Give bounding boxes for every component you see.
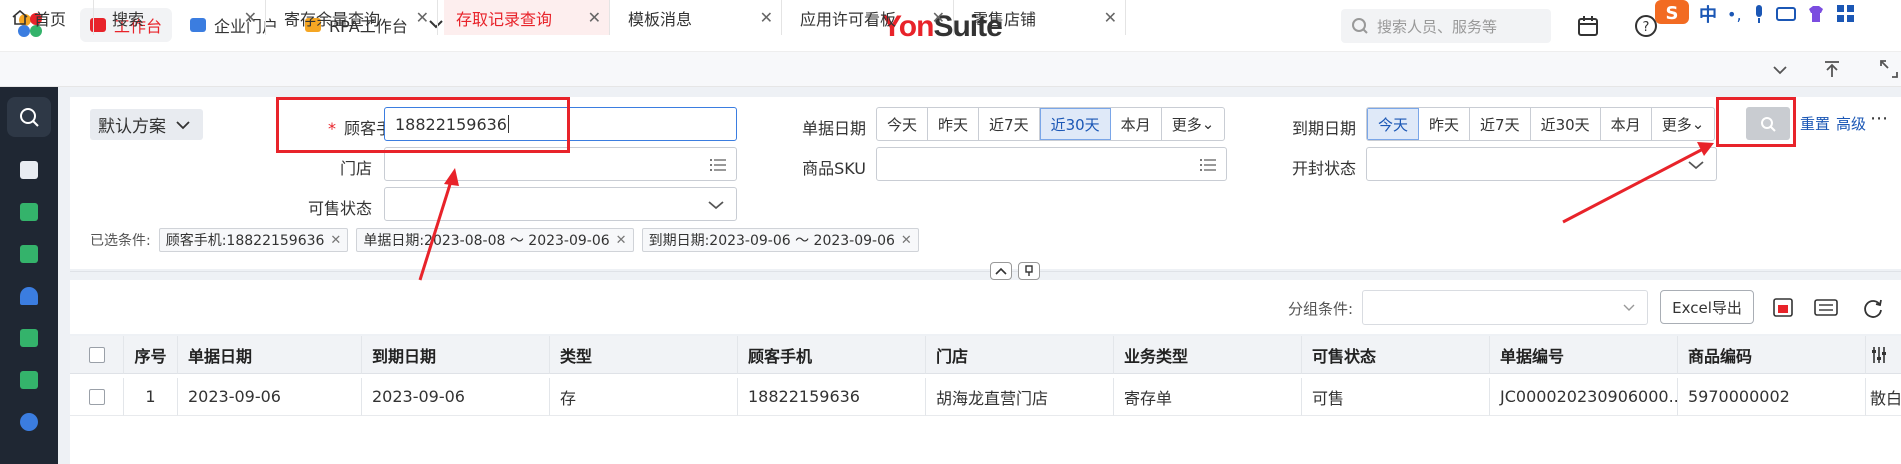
annotation-arrows xyxy=(418,142,1714,281)
